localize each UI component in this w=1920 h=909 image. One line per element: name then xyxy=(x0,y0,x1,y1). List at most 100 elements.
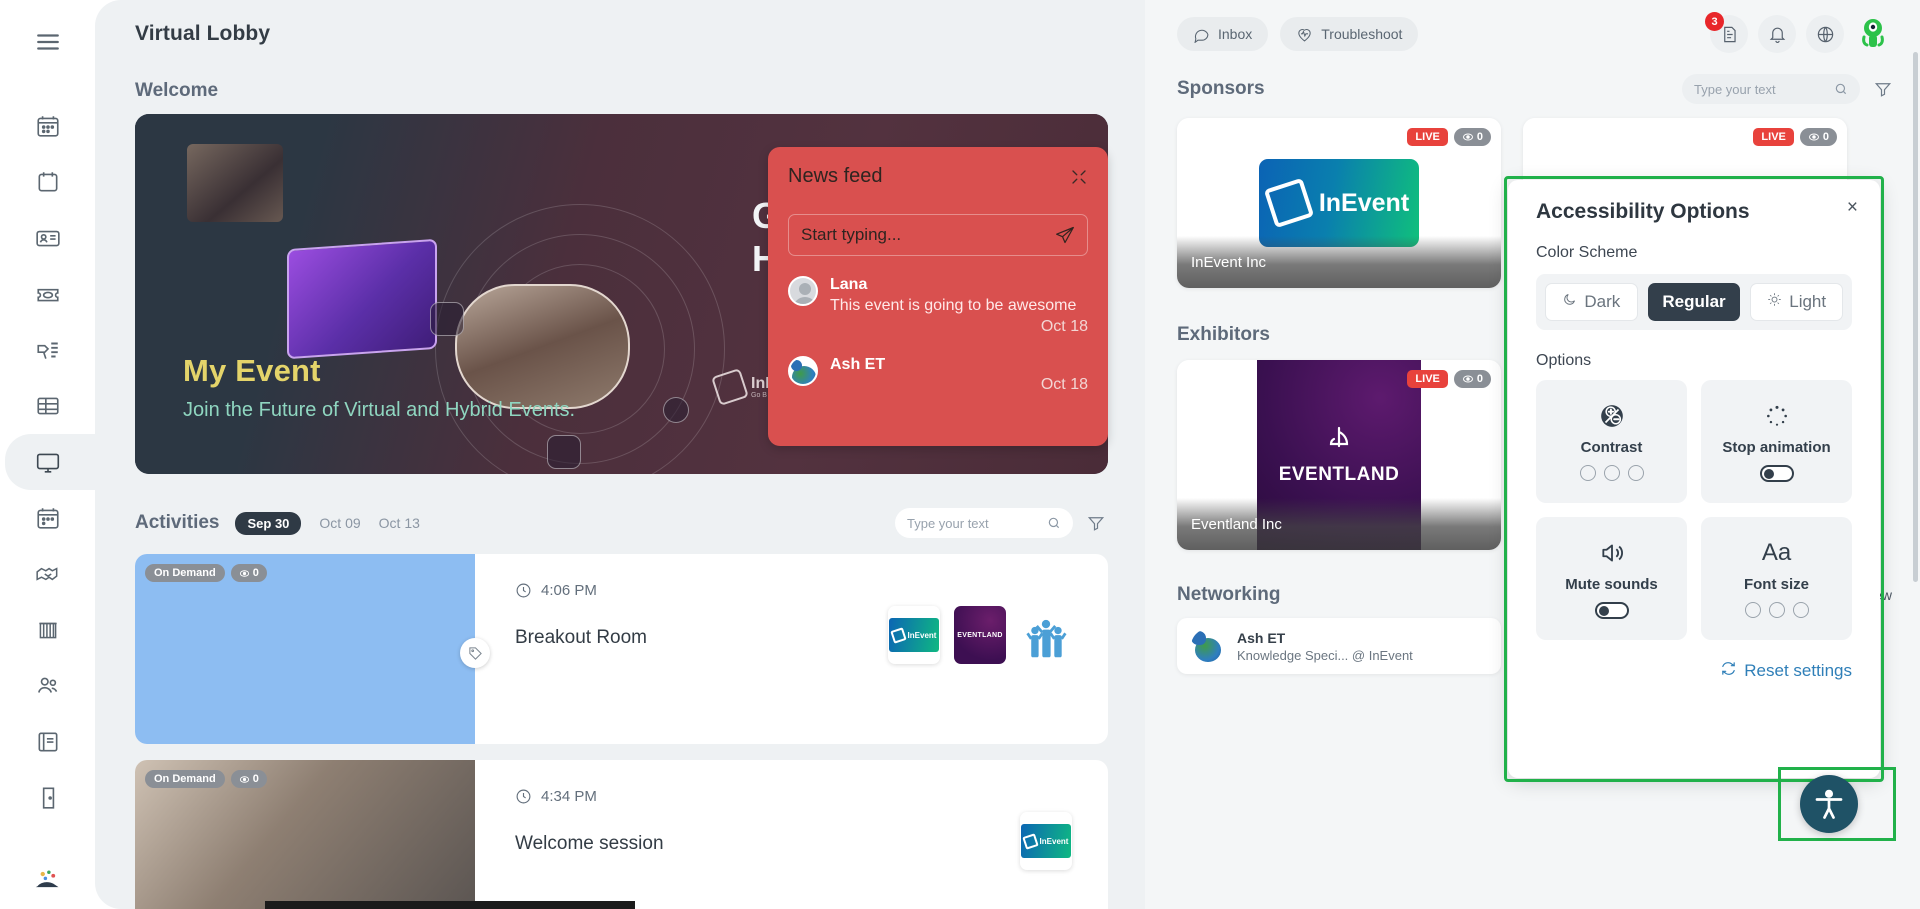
notes-icon[interactable]: 3 xyxy=(1705,12,1748,53)
sidebar-item-agenda[interactable] xyxy=(17,98,79,154)
activities-header: Activities Sep 30 Oct 09 Oct 13 Type you… xyxy=(95,508,1145,538)
sidebar-item-people[interactable] xyxy=(17,658,79,714)
clock-icon xyxy=(516,789,531,804)
activity-thumbnail: On Demand 0 xyxy=(135,554,475,744)
sidebar-item-calendar2[interactable] xyxy=(17,490,79,546)
app-root: Virtual Lobby Welcome GoHyl xyxy=(0,0,1920,909)
radio-option[interactable] xyxy=(1744,602,1761,618)
banner-title: My Event xyxy=(183,353,321,388)
option-label: Font size xyxy=(1743,576,1809,593)
radio-option[interactable] xyxy=(1627,465,1644,481)
sponsor-name-overlay: InEvent Inc xyxy=(1177,236,1501,288)
sidebar-item-tickets[interactable] xyxy=(17,266,79,322)
option-contrast[interactable]: Contrast xyxy=(1536,380,1687,503)
activity-time: 4:06 PM xyxy=(515,582,1108,599)
search-placeholder: Type your text xyxy=(907,515,989,531)
scrollbar[interactable] xyxy=(1913,52,1918,582)
option-font-size[interactable]: Aa Font size xyxy=(1701,517,1852,640)
clock-icon xyxy=(516,583,531,598)
tab-sep-30[interactable]: Sep 30 xyxy=(235,511,302,535)
exhibitor-card[interactable]: EVENTLAND LIVE 0 Eventland Inc xyxy=(1177,360,1501,550)
tag-icon[interactable] xyxy=(460,638,490,668)
filter-icon[interactable] xyxy=(1087,514,1105,532)
sidebar-item-reports[interactable] xyxy=(17,714,79,770)
close-icon[interactable]: × xyxy=(1847,198,1858,217)
sidebar-item-scanner[interactable] xyxy=(17,322,79,378)
accessibility-fab-button[interactable] xyxy=(1800,775,1858,833)
inevent-logo: InEvent xyxy=(888,606,940,664)
sidebar-item-spreadsheet[interactable] xyxy=(17,378,79,434)
views-badge: 0 xyxy=(230,564,267,582)
sidebar-item-virtual-lobby[interactable] xyxy=(4,434,112,490)
live-badge: LIVE xyxy=(1753,128,1794,146)
news-feed-header: News feed xyxy=(788,165,1088,188)
networking-title: Networking xyxy=(1177,584,1281,605)
avatar[interactable] xyxy=(1854,15,1892,53)
inbox-button[interactable]: Inbox xyxy=(1177,17,1269,51)
sidebar-item-schedule[interactable] xyxy=(17,154,79,210)
option-stop-animation[interactable]: Stop animation xyxy=(1701,380,1852,503)
activity-card[interactable]: On Demand 0 4:34 PM Welcome session InEv… xyxy=(135,760,1108,909)
top-bar: Inbox Troubleshoot 3 xyxy=(1145,0,1920,68)
avatar xyxy=(788,276,818,306)
stop-animation-toggle[interactable] xyxy=(1759,464,1794,482)
views-badge: 0 xyxy=(230,770,267,788)
sponsor-card[interactable]: InEvent LIVE 0 InEvent Inc xyxy=(1177,118,1501,288)
contrast-radios[interactable] xyxy=(1579,465,1644,481)
virtual-lobby-main: Virtual Lobby Welcome GoHyl xyxy=(95,0,1145,909)
option-mute-sounds[interactable]: Mute sounds xyxy=(1536,517,1687,640)
color-scheme-group: Dark Regular Light xyxy=(1536,274,1852,330)
news-feed-placeholder: Start typing... xyxy=(801,225,902,244)
reset-settings-button[interactable]: Reset settings xyxy=(1536,660,1852,682)
troubleshoot-button[interactable]: Troubleshoot xyxy=(1280,17,1419,51)
news-feed-title: News feed xyxy=(788,165,883,187)
radio-option[interactable] xyxy=(1603,465,1620,481)
news-feed-post[interactable]: Ash ET Oct 18 xyxy=(788,356,1088,394)
mascot-icon xyxy=(34,867,62,895)
color-scheme-label: Color Scheme xyxy=(1536,244,1638,261)
sidebar-item-exit[interactable] xyxy=(17,770,79,826)
news-feed-panel: News feed Start typing... Lana This even… xyxy=(768,147,1108,446)
option-label: Mute sounds xyxy=(1565,575,1658,593)
scheme-light-button[interactable]: Light xyxy=(1750,283,1844,321)
accessibility-options-panel: Accessibility Options × Color Scheme Dar… xyxy=(1508,180,1880,778)
sidebar-item-sponsors[interactable] xyxy=(17,546,79,602)
scheme-dark-button[interactable]: Dark xyxy=(1545,283,1638,321)
sidebar-item-badge[interactable] xyxy=(17,210,79,266)
filter-icon[interactable] xyxy=(1874,80,1892,98)
post-date: Oct 18 xyxy=(1040,318,1088,335)
top-bar-actions: 3 xyxy=(1705,12,1892,53)
sponsors-search-input[interactable]: Type your text xyxy=(1682,74,1860,104)
font-size-radios[interactable] xyxy=(1744,602,1809,618)
bell-icon[interactable] xyxy=(1758,15,1796,53)
left-icon-rail xyxy=(0,0,112,909)
tab-oct-09[interactable]: Oct 09 xyxy=(319,515,360,531)
mute-sounds-toggle[interactable] xyxy=(1594,601,1629,619)
views-badge: 0 xyxy=(1799,128,1837,146)
welcome-section-heading: Welcome xyxy=(135,80,219,101)
sidebar-item-booths[interactable] xyxy=(17,602,79,658)
globe-icon[interactable] xyxy=(1806,15,1844,53)
scheme-regular-button[interactable]: Regular xyxy=(1647,283,1741,321)
radio-option[interactable] xyxy=(1579,465,1596,481)
collapse-icon[interactable] xyxy=(1070,168,1088,186)
page-title: Virtual Lobby xyxy=(135,22,271,45)
tab-oct-13[interactable]: Oct 13 xyxy=(379,515,420,531)
hamburger-icon[interactable] xyxy=(17,14,79,70)
activities-search-input[interactable]: Type your text xyxy=(895,508,1073,538)
sponsors-header: Sponsors Type your text xyxy=(1145,74,1920,104)
radio-option[interactable] xyxy=(1792,602,1809,618)
send-icon[interactable] xyxy=(1055,225,1075,245)
live-badge: LIVE xyxy=(1407,128,1448,146)
banner-subtitle: Join the Future of Virtual and Hybrid Ev… xyxy=(183,399,576,421)
list-item[interactable]: Ash ET Knowledge Speci... @ InEvent xyxy=(1177,618,1501,674)
status-badge: On Demand xyxy=(145,564,225,582)
accessibility-icon xyxy=(1815,789,1843,819)
news-feed-post[interactable]: Lana This event is going to be awesome O… xyxy=(788,276,1088,336)
exhibitor-name-overlay: Eventland Inc xyxy=(1177,498,1501,550)
activity-card[interactable]: On Demand 0 4:06 PM Breakout Room InEven… xyxy=(135,554,1108,744)
options-label: Options xyxy=(1536,352,1592,369)
radio-option[interactable] xyxy=(1768,602,1785,618)
news-feed-input[interactable]: Start typing... xyxy=(788,214,1088,256)
activity-details: 4:06 PM Breakout Room InEvent EVENTLAND xyxy=(475,554,1108,744)
